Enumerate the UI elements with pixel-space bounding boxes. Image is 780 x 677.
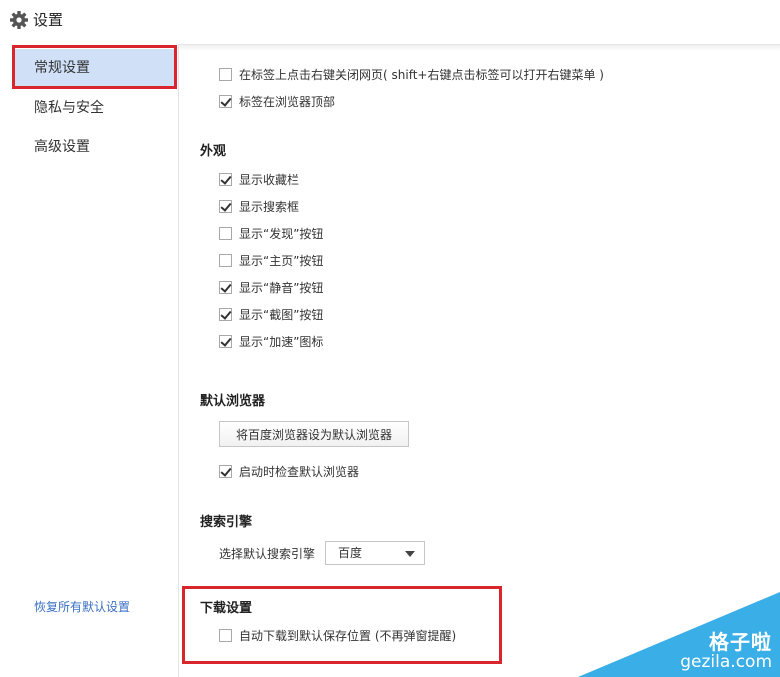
sidebar-item-privacy[interactable]: 隐私与安全 — [14, 89, 174, 127]
restore-defaults-link[interactable]: 恢复所有默认设置 — [34, 598, 130, 615]
checkbox[interactable] — [219, 307, 232, 321]
section-title-download: 下载设置 — [200, 601, 253, 616]
checkbox[interactable] — [219, 199, 232, 213]
option-show-discover-button[interactable]: 显示“发现”按钮 — [219, 224, 323, 242]
option-show-home-button[interactable]: 显示“主页”按钮 — [219, 251, 323, 269]
search-engine-select[interactable]: 百度 — [325, 541, 425, 565]
option-label: 显示“主页”按钮 — [239, 253, 324, 268]
settings-content: 在标签上点击右键关闭网页( shift+右键点击标签可以打开右键菜单 ) 标签在… — [179, 44, 780, 677]
option-show-accelerate-icon[interactable]: 显示“加速”图标 — [219, 332, 323, 350]
option-label: 显示收藏栏 — [239, 172, 300, 187]
option-label: 显示“静音”按钮 — [239, 280, 324, 295]
page-title: 设置 — [33, 11, 64, 29]
option-label: 显示“发现”按钮 — [239, 226, 324, 241]
checkbox[interactable] — [219, 280, 232, 294]
option-label: 显示“截图”按钮 — [239, 307, 324, 322]
option-label: 在标签上点击右键关闭网页( shift+右键点击标签可以打开右键菜单 ) — [239, 67, 604, 82]
option-tabs-on-top[interactable]: 标签在浏览器顶部 — [219, 92, 335, 110]
option-show-search-box[interactable]: 显示搜索框 — [219, 197, 299, 215]
sidebar: 常规设置 隐私与安全 高级设置 — [0, 44, 179, 677]
checkbox[interactable] — [219, 628, 232, 642]
section-title-default-browser: 默认浏览器 — [200, 394, 266, 409]
gear-icon — [10, 11, 28, 29]
option-show-screenshot-button[interactable]: 显示“截图”按钮 — [219, 305, 323, 323]
scroll-edge — [179, 44, 780, 51]
option-right-click-close[interactable]: 在标签上点击右键关闭网页( shift+右键点击标签可以打开右键菜单 ) — [219, 65, 604, 83]
checkbox[interactable] — [219, 334, 232, 348]
option-show-bookmarks-bar[interactable]: 显示收藏栏 — [219, 170, 299, 188]
section-title-search-engine: 搜索引擎 — [200, 515, 253, 530]
option-label: 显示搜索框 — [239, 199, 300, 214]
option-label: 标签在浏览器顶部 — [239, 94, 336, 109]
sidebar-item-general[interactable]: 常规设置 — [14, 49, 174, 87]
checkbox[interactable] — [219, 253, 232, 267]
settings-header: 设置 — [0, 0, 780, 44]
checkbox[interactable] — [219, 94, 232, 108]
option-show-mute-button[interactable]: 显示“静音”按钮 — [219, 278, 323, 296]
chevron-down-icon — [405, 551, 415, 557]
search-engine-label: 选择默认搜索引擎 — [219, 547, 316, 561]
option-auto-download-default-location[interactable]: 自动下载到默认保存位置 (不再弹窗提醒) — [219, 626, 456, 644]
sidebar-item-advanced[interactable]: 高级设置 — [14, 128, 174, 166]
checkbox[interactable] — [219, 67, 232, 81]
option-label: 显示“加速”图标 — [239, 334, 324, 349]
select-value: 百度 — [338, 546, 363, 560]
checkbox[interactable] — [219, 172, 232, 186]
checkbox[interactable] — [219, 226, 232, 240]
option-check-default-on-startup[interactable]: 启动时检查默认浏览器 — [219, 462, 359, 480]
option-label: 自动下载到默认保存位置 (不再弹窗提醒) — [239, 628, 457, 643]
option-label: 启动时检查默认浏览器 — [239, 464, 360, 479]
checkbox[interactable] — [219, 464, 232, 478]
set-default-browser-button[interactable]: 将百度浏览器设为默认浏览器 — [219, 421, 409, 447]
section-title-appearance: 外观 — [200, 144, 227, 159]
